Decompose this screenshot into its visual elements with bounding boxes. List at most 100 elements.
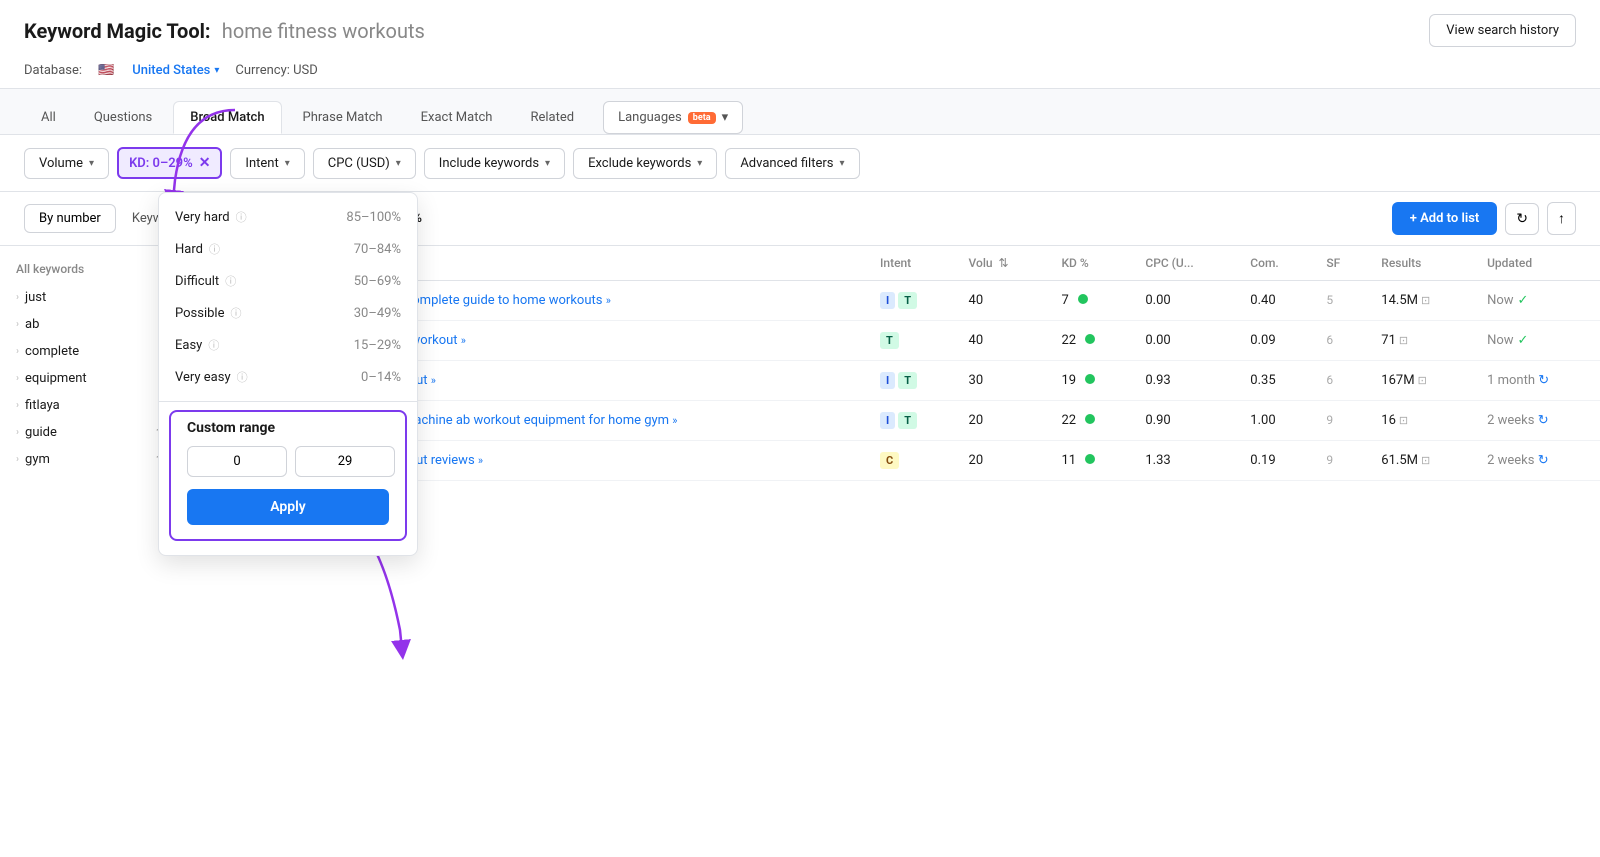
cpc-cell: 0.90: [1133, 401, 1238, 441]
advanced-filters[interactable]: Advanced filters ▾: [725, 148, 859, 179]
cpc-cell: 0.00: [1133, 321, 1238, 361]
updated-cell: Now ✓: [1475, 321, 1600, 361]
chevron-down-icon: ▾: [839, 158, 844, 169]
refresh-icon[interactable]: ↻: [1538, 373, 1549, 388]
intent-badge-t: T: [880, 332, 899, 349]
results-cell: 71 ⊡: [1369, 321, 1475, 361]
intent-badge-i: I: [880, 412, 895, 429]
com-cell: 0.19: [1238, 441, 1314, 481]
kd-dot: [1085, 374, 1095, 384]
intent-badge-t: T: [898, 412, 917, 429]
kd-dot: [1085, 414, 1095, 424]
intent-badge-i: I: [880, 292, 895, 309]
info-icon: ⓘ: [208, 337, 219, 353]
chevron-down-icon: ▾: [285, 158, 290, 169]
results-cell: 14.5M ⊡: [1369, 281, 1475, 321]
kd-dot: [1078, 294, 1088, 304]
kd-cell: 7: [1049, 281, 1133, 321]
kd-option-very-hard[interactable]: Very hard ⓘ 85–100%: [159, 201, 417, 233]
kd-option-easy[interactable]: Easy ⓘ 15–29%: [159, 329, 417, 361]
results-cell: 61.5M ⊡: [1369, 441, 1475, 481]
cpc-cell: 1.33: [1133, 441, 1238, 481]
check-icon: ✓: [1518, 333, 1529, 348]
col-cpc: CPC (U...: [1133, 246, 1238, 281]
updated-cell: 2 weeks ↻: [1475, 441, 1600, 481]
volume-filter[interactable]: Volume ▾: [24, 148, 109, 179]
kd-cell: 11: [1049, 441, 1133, 481]
kd-filter[interactable]: KD: 0–29% ✕: [117, 147, 222, 179]
tab-questions[interactable]: Questions: [77, 101, 169, 134]
tab-exact-match[interactable]: Exact Match: [404, 101, 510, 134]
chevron-right-icon: ›: [16, 400, 19, 411]
close-icon[interactable]: ✕: [199, 155, 211, 171]
chevron-down-icon: ▾: [545, 158, 550, 169]
database-selector[interactable]: United States ▾: [132, 63, 219, 78]
chevron-down-icon: ▾: [396, 158, 401, 169]
serp-icon[interactable]: ⊡: [1421, 294, 1430, 307]
info-icon: ⓘ: [225, 273, 236, 289]
volume-cell: 40: [957, 281, 1050, 321]
info-icon: ⓘ: [237, 369, 248, 385]
sf-cell: 9: [1314, 401, 1369, 441]
info-icon: ⓘ: [236, 209, 247, 225]
intent-badge-t: T: [898, 372, 917, 389]
cpc-filter[interactable]: CPC (USD) ▾: [313, 148, 416, 179]
col-volume[interactable]: Volu ⇅: [957, 246, 1050, 281]
kd-option-very-easy[interactable]: Very easy ⓘ 0–14%: [159, 361, 417, 393]
info-icon: ⓘ: [230, 305, 241, 321]
col-results: Results: [1369, 246, 1475, 281]
chevron-right-icon: ›: [16, 346, 19, 357]
kd-cell: 19: [1049, 361, 1133, 401]
kd-option-difficult[interactable]: Difficult ⓘ 50–69%: [159, 265, 417, 297]
currency-label: Currency: USD: [235, 63, 317, 78]
volume-cell: 40: [957, 321, 1050, 361]
by-number-button[interactable]: By number: [24, 204, 116, 233]
kd-dot: [1085, 334, 1095, 344]
chevron-right-icon: ›: [16, 319, 19, 330]
serp-icon[interactable]: ⊡: [1421, 454, 1430, 467]
intent-badge-t: T: [898, 292, 917, 309]
intent-filter[interactable]: Intent ▾: [230, 148, 304, 179]
info-icon: ⓘ: [209, 241, 220, 257]
languages-tab[interactable]: Languages beta ▾: [603, 101, 743, 134]
results-cell: 167M ⊡: [1369, 361, 1475, 401]
tab-broad-match[interactable]: Broad Match: [173, 101, 281, 134]
kd-option-hard[interactable]: Hard ⓘ 70–84%: [159, 233, 417, 265]
tab-related[interactable]: Related: [513, 101, 591, 134]
results-cell: 16 ⊡: [1369, 401, 1475, 441]
sf-cell: 6: [1314, 361, 1369, 401]
check-icon: ✓: [1518, 293, 1529, 308]
refresh-icon[interactable]: ↻: [1538, 413, 1549, 428]
serp-icon[interactable]: ⊡: [1418, 374, 1427, 387]
tab-phrase-match[interactable]: Phrase Match: [286, 101, 400, 134]
apply-button[interactable]: Apply: [187, 489, 389, 525]
page-title: Keyword Magic Tool: home fitness workout…: [24, 19, 425, 43]
chevron-right-icon: ›: [16, 373, 19, 384]
updated-cell: 1 month ↻: [1475, 361, 1600, 401]
com-cell: 0.09: [1238, 321, 1314, 361]
col-intent: Intent: [868, 246, 957, 281]
view-history-button[interactable]: View search history: [1429, 14, 1576, 47]
serp-icon[interactable]: ⊡: [1399, 414, 1408, 427]
kd-max-input[interactable]: [295, 446, 395, 477]
kd-min-input[interactable]: [187, 446, 287, 477]
serp-icon[interactable]: ⊡: [1399, 334, 1408, 347]
col-com: Com.: [1238, 246, 1314, 281]
kd-cell: 22: [1049, 401, 1133, 441]
sf-cell: 5: [1314, 281, 1369, 321]
add-to-list-button[interactable]: + Add to list: [1392, 202, 1498, 235]
refresh-button[interactable]: ↻: [1505, 203, 1539, 235]
export-button[interactable]: ↑: [1547, 202, 1576, 235]
cpc-cell: 0.93: [1133, 361, 1238, 401]
include-keywords-filter[interactable]: Include keywords ▾: [424, 148, 565, 179]
kd-cell: 22: [1049, 321, 1133, 361]
refresh-icon[interactable]: ↻: [1538, 453, 1549, 468]
exclude-keywords-filter[interactable]: Exclude keywords ▾: [573, 148, 717, 179]
custom-range-title: Custom range: [187, 420, 389, 436]
kd-option-possible[interactable]: Possible ⓘ 30–49%: [159, 297, 417, 329]
tab-all[interactable]: All: [24, 101, 73, 134]
volume-cell: 30: [957, 361, 1050, 401]
col-sf: SF: [1314, 246, 1369, 281]
chevron-down-icon: ▾: [89, 158, 94, 169]
custom-range-section: Custom range Apply: [169, 410, 407, 541]
